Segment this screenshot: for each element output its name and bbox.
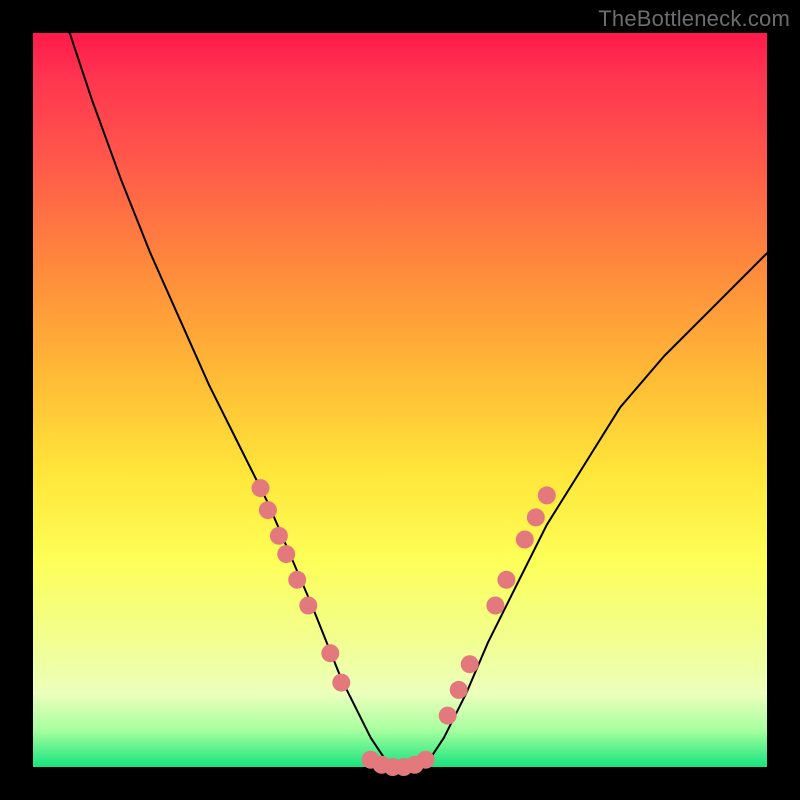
watermark-text: TheBottleneck.com [598,6,790,32]
marker-dot [527,508,545,526]
marker-dot [538,486,556,504]
plot-area [33,33,767,767]
marker-dot [417,751,435,769]
marker-dot [497,571,515,589]
marker-dot [288,571,306,589]
marker-dot [299,597,317,615]
marker-dot [270,527,288,545]
marker-dot [321,644,339,662]
bottleneck-chart [33,33,767,767]
marker-dot [461,655,479,673]
marker-dot [259,501,277,519]
marker-dot [486,597,504,615]
marker-dot [277,545,295,563]
chart-stage: TheBottleneck.com [0,0,800,800]
marker-dot [450,681,468,699]
marker-dot [252,479,270,497]
marker-dot [332,674,350,692]
marker-dot [516,531,534,549]
marker-dot [439,707,457,725]
curve-bottleneck-curve [70,33,767,767]
